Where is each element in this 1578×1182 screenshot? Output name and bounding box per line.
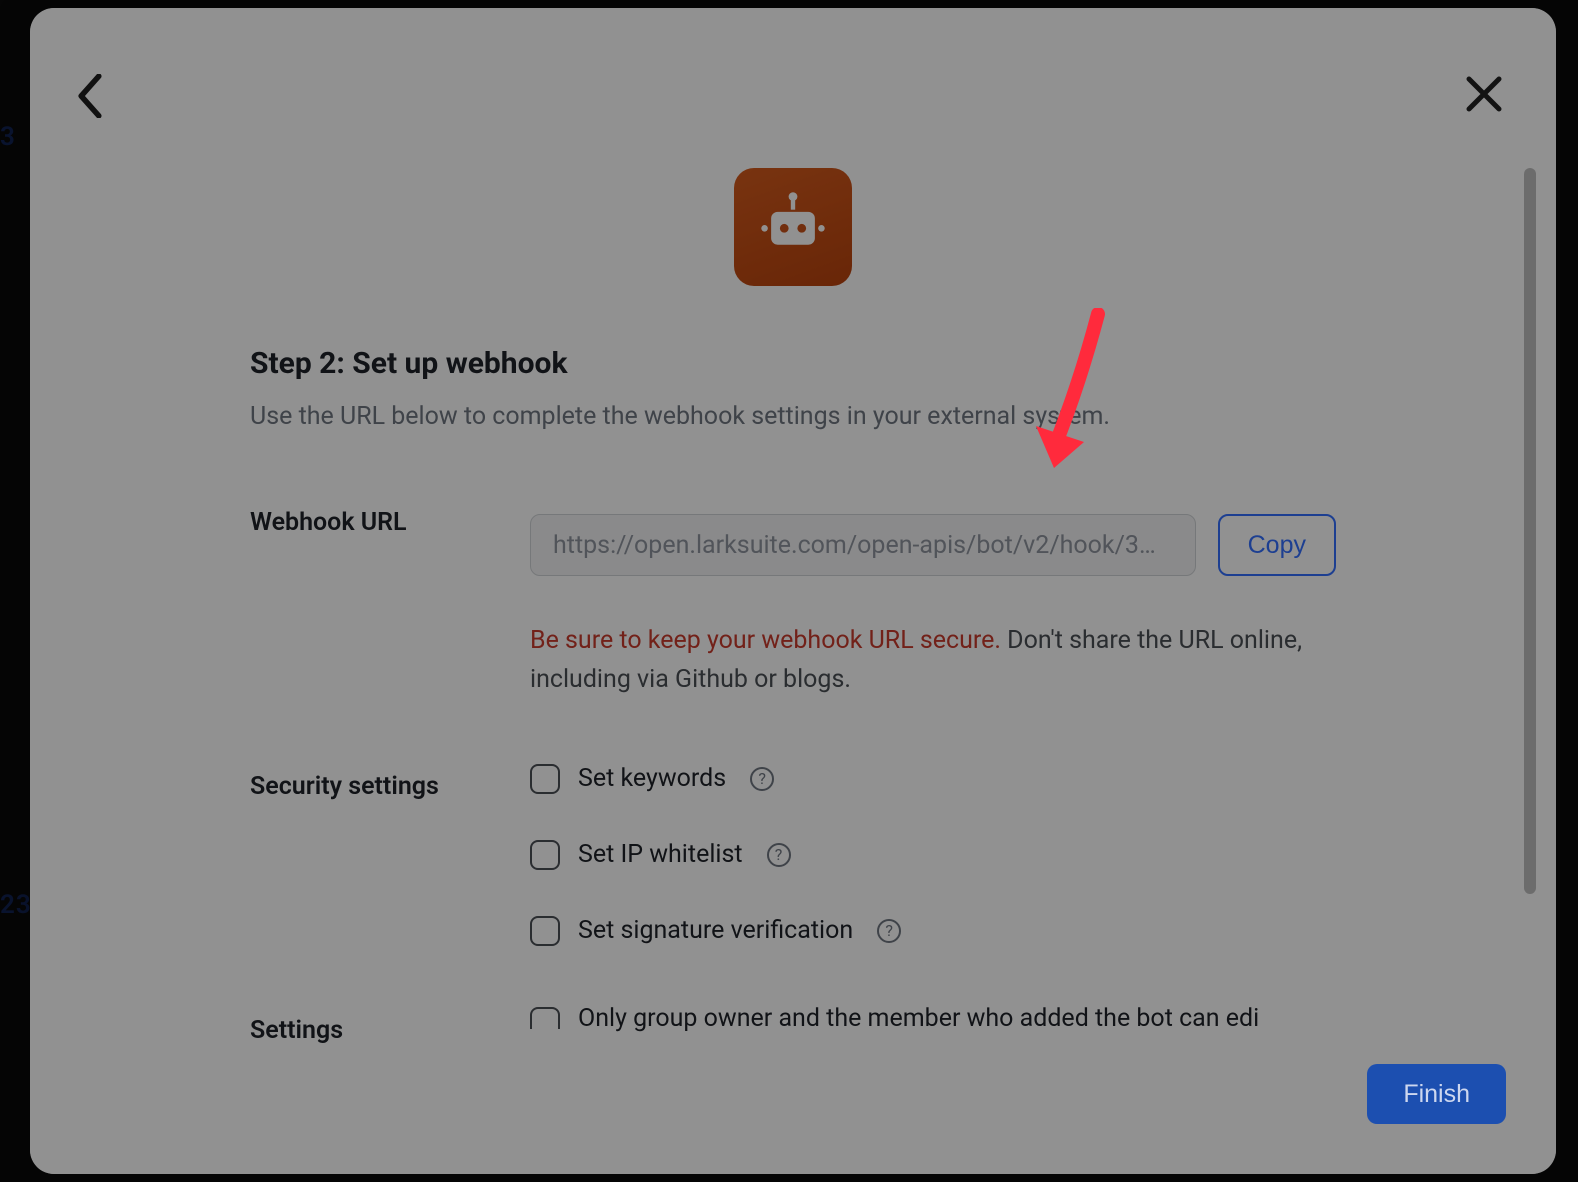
checkbox-label: Only group owner and the member who adde… xyxy=(578,1004,1259,1033)
security-item-ip-whitelist: Set IP whitelist ? xyxy=(530,840,1336,870)
scrollbar-thumb[interactable] xyxy=(1524,168,1536,894)
modal-scrollbar[interactable] xyxy=(1524,168,1536,894)
background-text: 23 xyxy=(0,890,32,920)
security-settings-label: Security settings xyxy=(250,760,530,801)
copy-button[interactable]: Copy xyxy=(1218,514,1336,576)
checkbox-signature[interactable] xyxy=(530,916,560,946)
help-icon[interactable]: ? xyxy=(750,767,774,791)
checkbox-ip-whitelist[interactable] xyxy=(530,840,560,870)
close-icon xyxy=(1464,74,1504,118)
close-button[interactable] xyxy=(1454,66,1514,126)
checkbox-label: Set signature verification xyxy=(578,916,853,945)
bot-avatar xyxy=(734,168,852,286)
help-icon[interactable]: ? xyxy=(877,919,901,943)
settings-item-edit-permission: Only group owner and the member who adde… xyxy=(530,1004,1336,1033)
settings-label: Settings xyxy=(250,1004,530,1045)
security-item-keywords: Set keywords ? xyxy=(530,764,1336,794)
webhook-setup-modal: Step 2: Set up webhook Use the URL below… xyxy=(30,8,1556,1174)
webhook-url-highlight: https://open.larksuite.com/open-apis/bot… xyxy=(510,496,1356,594)
webhook-url-input[interactable]: https://open.larksuite.com/open-apis/bot… xyxy=(530,514,1196,576)
finish-button[interactable]: Finish xyxy=(1367,1064,1506,1124)
security-item-signature: Set signature verification ? xyxy=(530,916,1336,946)
webhook-url-label: Webhook URL xyxy=(250,496,530,537)
robot-icon xyxy=(758,190,828,264)
help-icon[interactable]: ? xyxy=(767,843,791,867)
checkbox-label: Set IP whitelist xyxy=(578,840,743,869)
webhook-warning: Be sure to keep your webhook URL secure.… xyxy=(530,622,1336,700)
chevron-left-icon xyxy=(75,74,105,122)
checkbox-keywords[interactable] xyxy=(530,764,560,794)
step-title: Step 2: Set up webhook xyxy=(250,346,1336,381)
background-text: 3 xyxy=(0,122,16,152)
checkbox-edit-permission[interactable] xyxy=(530,1007,560,1029)
webhook-warning-danger: Be sure to keep your webhook URL secure. xyxy=(530,626,1001,655)
checkbox-label: Set keywords xyxy=(578,764,726,793)
step-description: Use the URL below to complete the webhoo… xyxy=(250,399,1336,434)
back-button[interactable] xyxy=(60,68,120,128)
